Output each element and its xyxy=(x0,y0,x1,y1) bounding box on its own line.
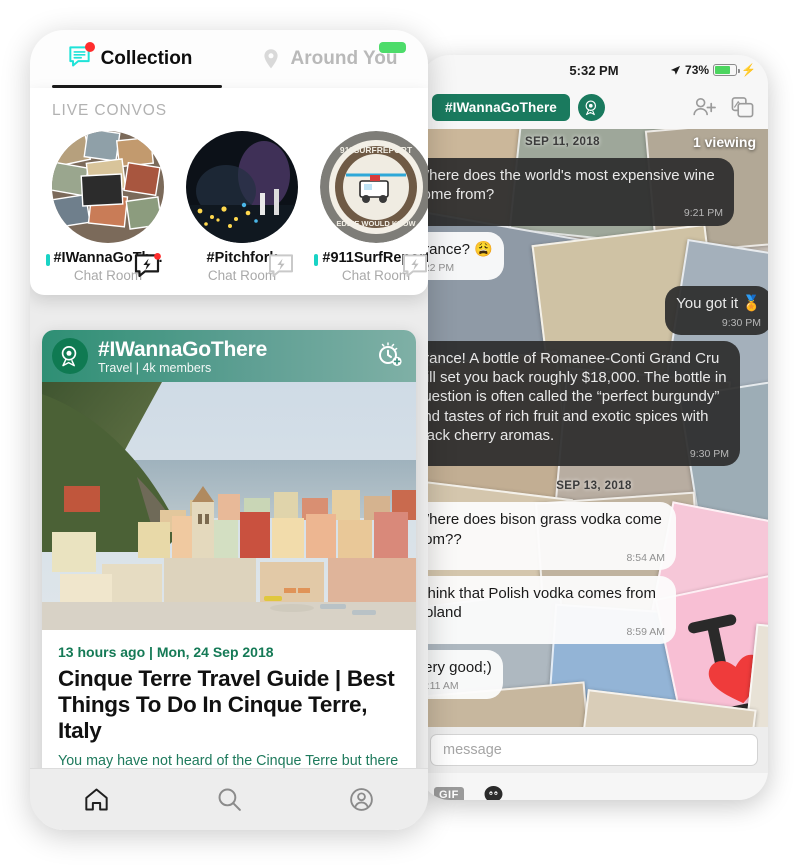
message-text: I think that Polish vodka comes from Pol… xyxy=(420,585,656,622)
header-actions xyxy=(692,96,756,119)
viewing-count: 1 viewing xyxy=(692,134,756,150)
flash-chat-icon[interactable] xyxy=(266,253,296,281)
location-arrow-icon xyxy=(670,65,681,75)
article-title[interactable]: Cinque Terre Travel Guide | Best Things … xyxy=(58,666,400,744)
status-badge xyxy=(379,42,406,53)
message-bubble[interactable]: You got it 🏅 9:30 PM xyxy=(665,286,768,336)
day-separator: SEP 13, 2018 xyxy=(556,480,632,493)
svg-text:911SURFREPORT: 911SURFREPORT xyxy=(340,145,413,155)
search-icon xyxy=(218,788,241,811)
chat-scroll-area[interactable]: SEP 11, 2018 1 viewing Where does the wo… xyxy=(420,129,768,727)
article-room-header: #IWannaGoThere Travel | 4k members xyxy=(42,330,416,382)
message-bubble[interactable]: France! A bottle of Romanee-Conti Grand … xyxy=(420,341,740,467)
bottom-navigation xyxy=(30,768,428,830)
message-row: France? 😩 9:22 PM xyxy=(420,231,762,281)
live-convos-list[interactable]: #IWannaGoTh... Chat Room #Pitchfork Chat… xyxy=(46,131,428,283)
message-input-bar: message xyxy=(420,727,768,773)
message-row: Very good;) 10:11 AM xyxy=(420,650,762,699)
map-pin-icon xyxy=(263,49,278,69)
message-text: France? 😩 xyxy=(420,240,493,258)
message-time: 9:22 PM xyxy=(420,262,455,274)
article-room-meta: #IWannaGoThere Travel | 4k members xyxy=(98,338,267,375)
home-icon xyxy=(85,788,108,811)
status-bar: 5:32 PM 73% ⚡ xyxy=(420,55,768,85)
message-time: 10:11 AM xyxy=(420,680,459,693)
flash-chat-icon[interactable] xyxy=(132,253,162,281)
day-row: SEP 11, 2018 1 viewing xyxy=(426,129,762,152)
message-text: France! A bottle of Romanee-Conti Grand … xyxy=(420,350,727,444)
tab-around-you[interactable]: Around You xyxy=(229,30,428,88)
sticker-face-icon[interactable] xyxy=(482,784,505,800)
battery-percent: 73% xyxy=(685,63,710,77)
avatar xyxy=(186,131,298,243)
day-separator: SEP 11, 2018 xyxy=(525,136,600,148)
article-card[interactable]: #IWannaGoThere Travel | 4k members 13 ho… xyxy=(42,330,416,830)
live-convos-panel: LIVE CONVOS #IWannaGoTh... Chat Room #Pi… xyxy=(30,88,428,295)
chat-list-icon xyxy=(67,41,95,75)
live-indicator xyxy=(314,254,318,266)
message-time: 8:54 AM xyxy=(626,551,665,564)
message-text: Very good;) xyxy=(420,659,492,677)
nav-search[interactable] xyxy=(163,786,296,813)
nav-home[interactable] xyxy=(30,786,163,813)
list-item[interactable]: #Pitchfork Chat Room xyxy=(186,131,298,283)
message-time: 9:30 PM xyxy=(721,316,761,329)
message-bubble[interactable]: Very good;) 10:11 AM xyxy=(420,650,503,699)
chat-header: #IWannaGoThere xyxy=(420,85,768,129)
cards-stack-icon[interactable] xyxy=(730,96,756,119)
notification-dot xyxy=(84,41,95,52)
bolt-icon: ⚡ xyxy=(741,63,756,77)
room-pill[interactable]: #IWannaGoThere xyxy=(432,93,570,121)
message-bubble[interactable]: Where does the world's most expensive wi… xyxy=(420,158,734,226)
message-input[interactable]: message xyxy=(430,734,758,766)
tab-collection[interactable]: Collection xyxy=(30,30,229,88)
message-text: Where does the world's most expensive wi… xyxy=(420,167,715,204)
chat-toolbar: GIF xyxy=(420,773,768,800)
flash-chat-icon[interactable] xyxy=(400,253,428,281)
list-item[interactable]: #IWannaGoTh... Chat Room xyxy=(46,131,164,283)
message-bubble[interactable]: I think that Polish vodka comes from Pol… xyxy=(420,576,676,645)
status-right-cluster: 73% ⚡ xyxy=(670,55,756,85)
gif-icon[interactable]: GIF xyxy=(434,787,464,800)
room-pin-star-icon[interactable] xyxy=(52,338,88,374)
top-tabs: Collection Around You xyxy=(30,30,428,88)
add-person-icon[interactable] xyxy=(692,96,717,119)
live-convos-title: LIVE CONVOS xyxy=(52,102,167,119)
message-list: SEP 11, 2018 1 viewing Where does the wo… xyxy=(420,129,768,727)
message-text: Where does bison grass vodka come from?? xyxy=(420,511,662,548)
status-time: 5:32 PM xyxy=(569,62,619,78)
screenshot-stage: 5:32 PM 73% ⚡ #IWannaGoThere SEP 11, 201… xyxy=(0,0,802,868)
article-room-title: #IWannaGoThere xyxy=(98,337,268,361)
message-time: 8:59 AM xyxy=(626,625,665,638)
alarm-add-icon[interactable] xyxy=(374,339,404,374)
battery-icon xyxy=(713,64,740,76)
profile-icon xyxy=(350,788,373,811)
message-time: 9:21 PM xyxy=(683,207,723,220)
chat-phone: 5:32 PM 73% ⚡ #IWannaGoThere SEP 11, 201… xyxy=(420,55,768,800)
svg-text:EDDIE WOULD KNOW: EDDIE WOULD KNOW xyxy=(336,219,416,228)
message-row: I think that Polish vodka comes from Pol… xyxy=(420,576,762,645)
message-time: 9:30 PM xyxy=(689,448,729,460)
collection-phone: Collection Around You LIVE CONVOS #IWann… xyxy=(30,30,428,830)
message-row: France! A bottle of Romanee-Conti Grand … xyxy=(420,341,762,467)
room-pin-star-icon[interactable] xyxy=(577,93,605,121)
avatar xyxy=(52,131,164,243)
message-bubble[interactable]: France? 😩 9:22 PM xyxy=(420,231,504,281)
message-row: Where does bison grass vodka come from??… xyxy=(420,502,762,571)
message-bubble[interactable]: Where does bison grass vodka come from??… xyxy=(420,502,676,571)
avatar: 911SURFREPORT EDDIE WOULD KNOW xyxy=(320,131,428,243)
list-item[interactable]: 911SURFREPORT EDDIE WOULD KNOW #911SurfR… xyxy=(314,131,428,283)
article-room-subtitle: Travel | 4k members xyxy=(98,360,212,375)
article-meta: 13 hours ago | Mon, 24 Sep 2018 xyxy=(58,644,274,660)
nav-profile[interactable] xyxy=(295,786,428,813)
message-row: You got it 🏅 9:30 PM xyxy=(426,286,768,336)
article-hero-image xyxy=(42,382,416,630)
live-indicator xyxy=(46,254,50,266)
tab-label: Collection xyxy=(100,48,193,69)
message-row: Where does the world's most expensive wi… xyxy=(420,158,762,226)
message-text: You got it 🏅 xyxy=(676,295,761,313)
